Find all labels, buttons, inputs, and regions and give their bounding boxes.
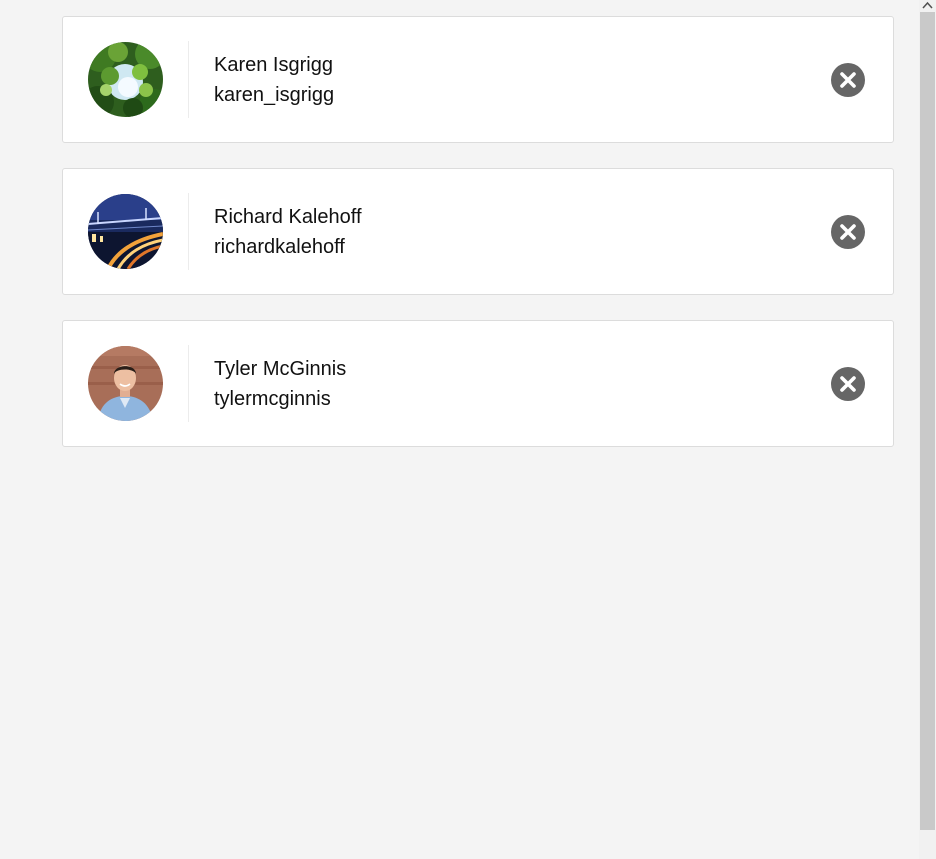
divider [188, 193, 189, 270]
avatar [88, 42, 163, 117]
user-card: Richard Kalehoff richardkalehoff [62, 168, 894, 295]
close-circle-icon [831, 214, 865, 249]
user-info: Tyler McGinnis tylermcginnis [214, 357, 831, 411]
close-circle-icon [831, 366, 865, 401]
remove-user-button[interactable] [831, 62, 865, 97]
divider [188, 345, 189, 422]
user-name: Tyler McGinnis [214, 357, 347, 380]
user-card: Tyler McGinnis tylermcginnis [62, 320, 894, 447]
vertical-scrollbar[interactable] [919, 0, 936, 859]
avatar [88, 194, 163, 269]
user-handle: tylermcginnis [214, 387, 331, 410]
user-info: Karen Isgrigg karen_isgrigg [214, 53, 831, 107]
user-list: Karen Isgrigg karen_isgrigg Richard Kale… [62, 16, 894, 472]
bridge-night-avatar-image [88, 194, 163, 269]
close-circle-icon [831, 62, 865, 97]
avatar [88, 346, 163, 421]
user-name: Karen Isgrigg [214, 53, 333, 76]
man-portrait-avatar-image [88, 346, 163, 421]
user-name: Richard Kalehoff [214, 205, 362, 228]
user-info: Richard Kalehoff richardkalehoff [214, 205, 831, 259]
scrollbar-thumb[interactable] [920, 12, 935, 830]
user-handle: karen_isgrigg [214, 83, 335, 106]
page: Karen Isgrigg karen_isgrigg Richard Kale… [0, 0, 936, 859]
user-handle: richardkalehoff [214, 235, 345, 258]
chevron-up-icon[interactable] [921, 0, 934, 10]
user-card: Karen Isgrigg karen_isgrigg [62, 16, 894, 143]
remove-user-button[interactable] [831, 214, 865, 249]
remove-user-button[interactable] [831, 366, 865, 401]
divider [188, 41, 189, 118]
tree-canopy-avatar-image [88, 42, 163, 117]
